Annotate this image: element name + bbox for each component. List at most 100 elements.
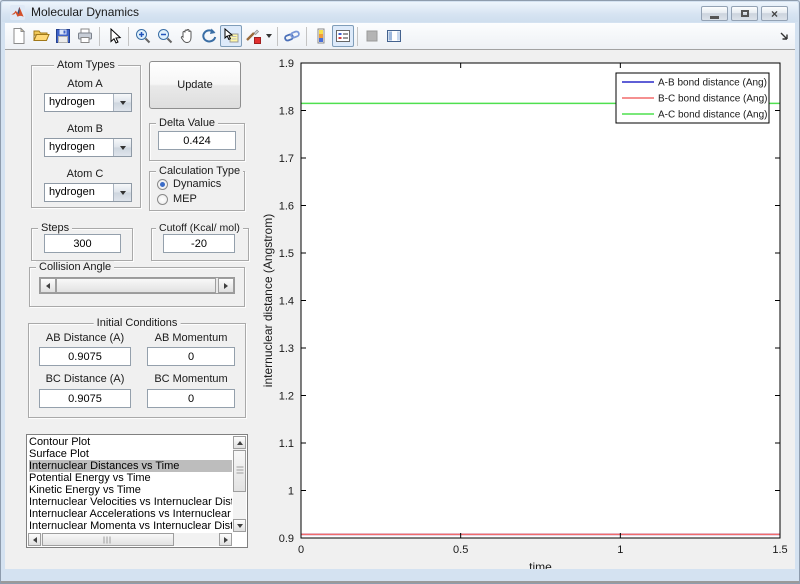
- ab-distance-field[interactable]: [39, 347, 131, 366]
- list-item[interactable]: Internuclear Velocities vs Internuclear …: [29, 496, 232, 508]
- rotate-3d-icon: [202, 28, 217, 43]
- radio-dynamics[interactable]: Dynamics: [157, 178, 221, 190]
- brush-dropdown-button[interactable]: [264, 25, 274, 47]
- x-tick-label: 1: [617, 544, 623, 556]
- delta-value-field[interactable]: [158, 131, 236, 150]
- bc-distance-label: BC Distance (A): [45, 373, 125, 385]
- zoom-in-icon: [136, 29, 151, 44]
- bc-momentum-field[interactable]: [147, 389, 235, 408]
- ab-distance-label: AB Distance (A): [45, 332, 125, 344]
- atom-c-dropdown[interactable]: hydrogen: [44, 183, 132, 202]
- horizontal-scroll-thumb[interactable]: [42, 533, 174, 546]
- edit-plot-arrow-icon: [110, 27, 122, 44]
- print-figure-button[interactable]: [74, 25, 96, 47]
- calculation-type-title: Calculation Type: [156, 165, 244, 177]
- toolbar-separator: [357, 26, 358, 46]
- toolbar-separator: [277, 26, 278, 46]
- radio-dynamics-label: Dynamics: [173, 178, 222, 190]
- x-tick-label: 0.5: [453, 544, 468, 556]
- atom-b-label: Atom B: [66, 123, 104, 135]
- data-cursor-button[interactable]: [220, 25, 242, 47]
- steps-field[interactable]: [44, 234, 121, 253]
- scroll-up-button[interactable]: [233, 436, 246, 449]
- list-item[interactable]: Kinetic Energy vs Time: [29, 484, 232, 496]
- pan-button[interactable]: [176, 25, 198, 47]
- ab-momentum-field[interactable]: [147, 347, 235, 366]
- legend-entry: A-B bond distance (Ang): [658, 78, 767, 89]
- dock-figure-arrow-icon[interactable]: [780, 32, 789, 41]
- app-window: Molecular Dynamics × Atom Types Atom A h…: [0, 0, 800, 584]
- dropdown-caret-icon: [266, 34, 272, 38]
- arrow-right-icon: [224, 282, 228, 289]
- scroll-left-button[interactable]: [28, 533, 41, 546]
- radio-mep-label: MEP: [173, 193, 197, 205]
- plot-type-listbox[interactable]: Contour Plot Surface Plot Internuclear Dis…: [26, 434, 248, 548]
- atom-c-dropdown-button[interactable]: [113, 184, 131, 201]
- steps-title: Steps: [38, 222, 73, 234]
- update-button[interactable]: Update: [149, 61, 241, 109]
- save-figure-icon: [56, 29, 70, 43]
- y-tick-label: 1.9: [279, 58, 294, 70]
- maximize-button[interactable]: [731, 6, 758, 21]
- list-item[interactable]: Internuclear Distances vs Time: [29, 460, 232, 472]
- zoom-in-button[interactable]: [132, 25, 154, 47]
- show-plot-tools-button[interactable]: [383, 25, 405, 47]
- arrow-right-icon: [223, 536, 228, 543]
- scroll-down-button[interactable]: [233, 519, 246, 532]
- list-item[interactable]: Internuclear Momenta vs Internuclear Dis…: [29, 520, 232, 532]
- slider-left-arrow[interactable]: [40, 278, 56, 293]
- zoom-out-button[interactable]: [154, 25, 176, 47]
- listbox-horizontal-scrollbar[interactable]: [28, 533, 232, 546]
- y-tick-label: 1: [288, 486, 294, 498]
- list-item[interactable]: Surface Plot: [29, 448, 232, 460]
- atom-b-dropdown-button[interactable]: [113, 139, 131, 156]
- slider-right-arrow[interactable]: [218, 278, 234, 293]
- figure-toolbar: [5, 23, 795, 50]
- new-figure-icon: [13, 27, 26, 44]
- chart[interactable]: 0 0.5 1 1.5 0.9 1 1.1 1.2 1.3 1.4 1.5 1.6 1.7 1.8 1.9 t…: [256, 51, 795, 569]
- cutoff-field[interactable]: [163, 234, 235, 253]
- y-tick-label: 1.2: [279, 391, 294, 403]
- atom-a-dropdown[interactable]: hydrogen: [44, 93, 132, 112]
- list-item[interactable]: Potential Energy vs Time: [29, 472, 232, 484]
- atom-a-dropdown-button[interactable]: [113, 94, 131, 111]
- data-cursor-icon: [224, 27, 239, 43]
- arrow-left-icon: [32, 536, 37, 543]
- listbox-vertical-scrollbar[interactable]: [233, 436, 246, 532]
- insert-legend-button[interactable]: [332, 25, 354, 47]
- list-item[interactable]: Internuclear Accelerations vs Internucle…: [29, 508, 232, 520]
- radio-mep[interactable]: MEP: [157, 193, 197, 205]
- minimize-button[interactable]: [701, 6, 728, 21]
- list-item[interactable]: Contour Plot: [29, 436, 232, 448]
- rotate-3d-button[interactable]: [198, 25, 220, 47]
- y-tick-label: 1.1: [279, 438, 294, 450]
- y-tick-label: 1.4: [279, 296, 294, 308]
- brush-data-button[interactable]: [242, 25, 264, 47]
- thumb-grip: [236, 466, 243, 476]
- link-plot-button[interactable]: [281, 25, 303, 47]
- bc-distance-field[interactable]: [39, 389, 131, 408]
- collision-angle-slider[interactable]: [39, 277, 235, 294]
- vertical-scroll-thumb[interactable]: [233, 450, 246, 492]
- new-figure-button[interactable]: [8, 25, 30, 47]
- slider-thumb[interactable]: [56, 278, 216, 293]
- hide-plot-tools-button[interactable]: [361, 25, 383, 47]
- radio-mep-icon: [157, 193, 168, 205]
- legend[interactable]: A-B bond distance (Ang) B-C bond distance…: [615, 72, 770, 124]
- atom-a-value: hydrogen: [49, 96, 95, 108]
- open-file-button[interactable]: [30, 25, 52, 47]
- close-icon: ×: [770, 6, 778, 21]
- scroll-right-button[interactable]: [219, 533, 232, 546]
- open-file-icon: [33, 30, 50, 41]
- legend-icon: [336, 30, 350, 42]
- edit-plot-button[interactable]: [103, 25, 125, 47]
- insert-colorbar-button[interactable]: [310, 25, 332, 47]
- atom-b-dropdown[interactable]: hydrogen: [44, 138, 132, 157]
- save-figure-button[interactable]: [52, 25, 74, 47]
- close-button[interactable]: ×: [761, 6, 788, 21]
- title-bar[interactable]: Molecular Dynamics ×: [2, 2, 798, 22]
- x-tick-label: 1.5: [772, 544, 787, 556]
- arrow-up-icon: [236, 440, 243, 445]
- calculation-type-panel: Calculation Type: [149, 165, 245, 211]
- cutoff-title: Cutoff (Kcal/ mol): [156, 222, 243, 234]
